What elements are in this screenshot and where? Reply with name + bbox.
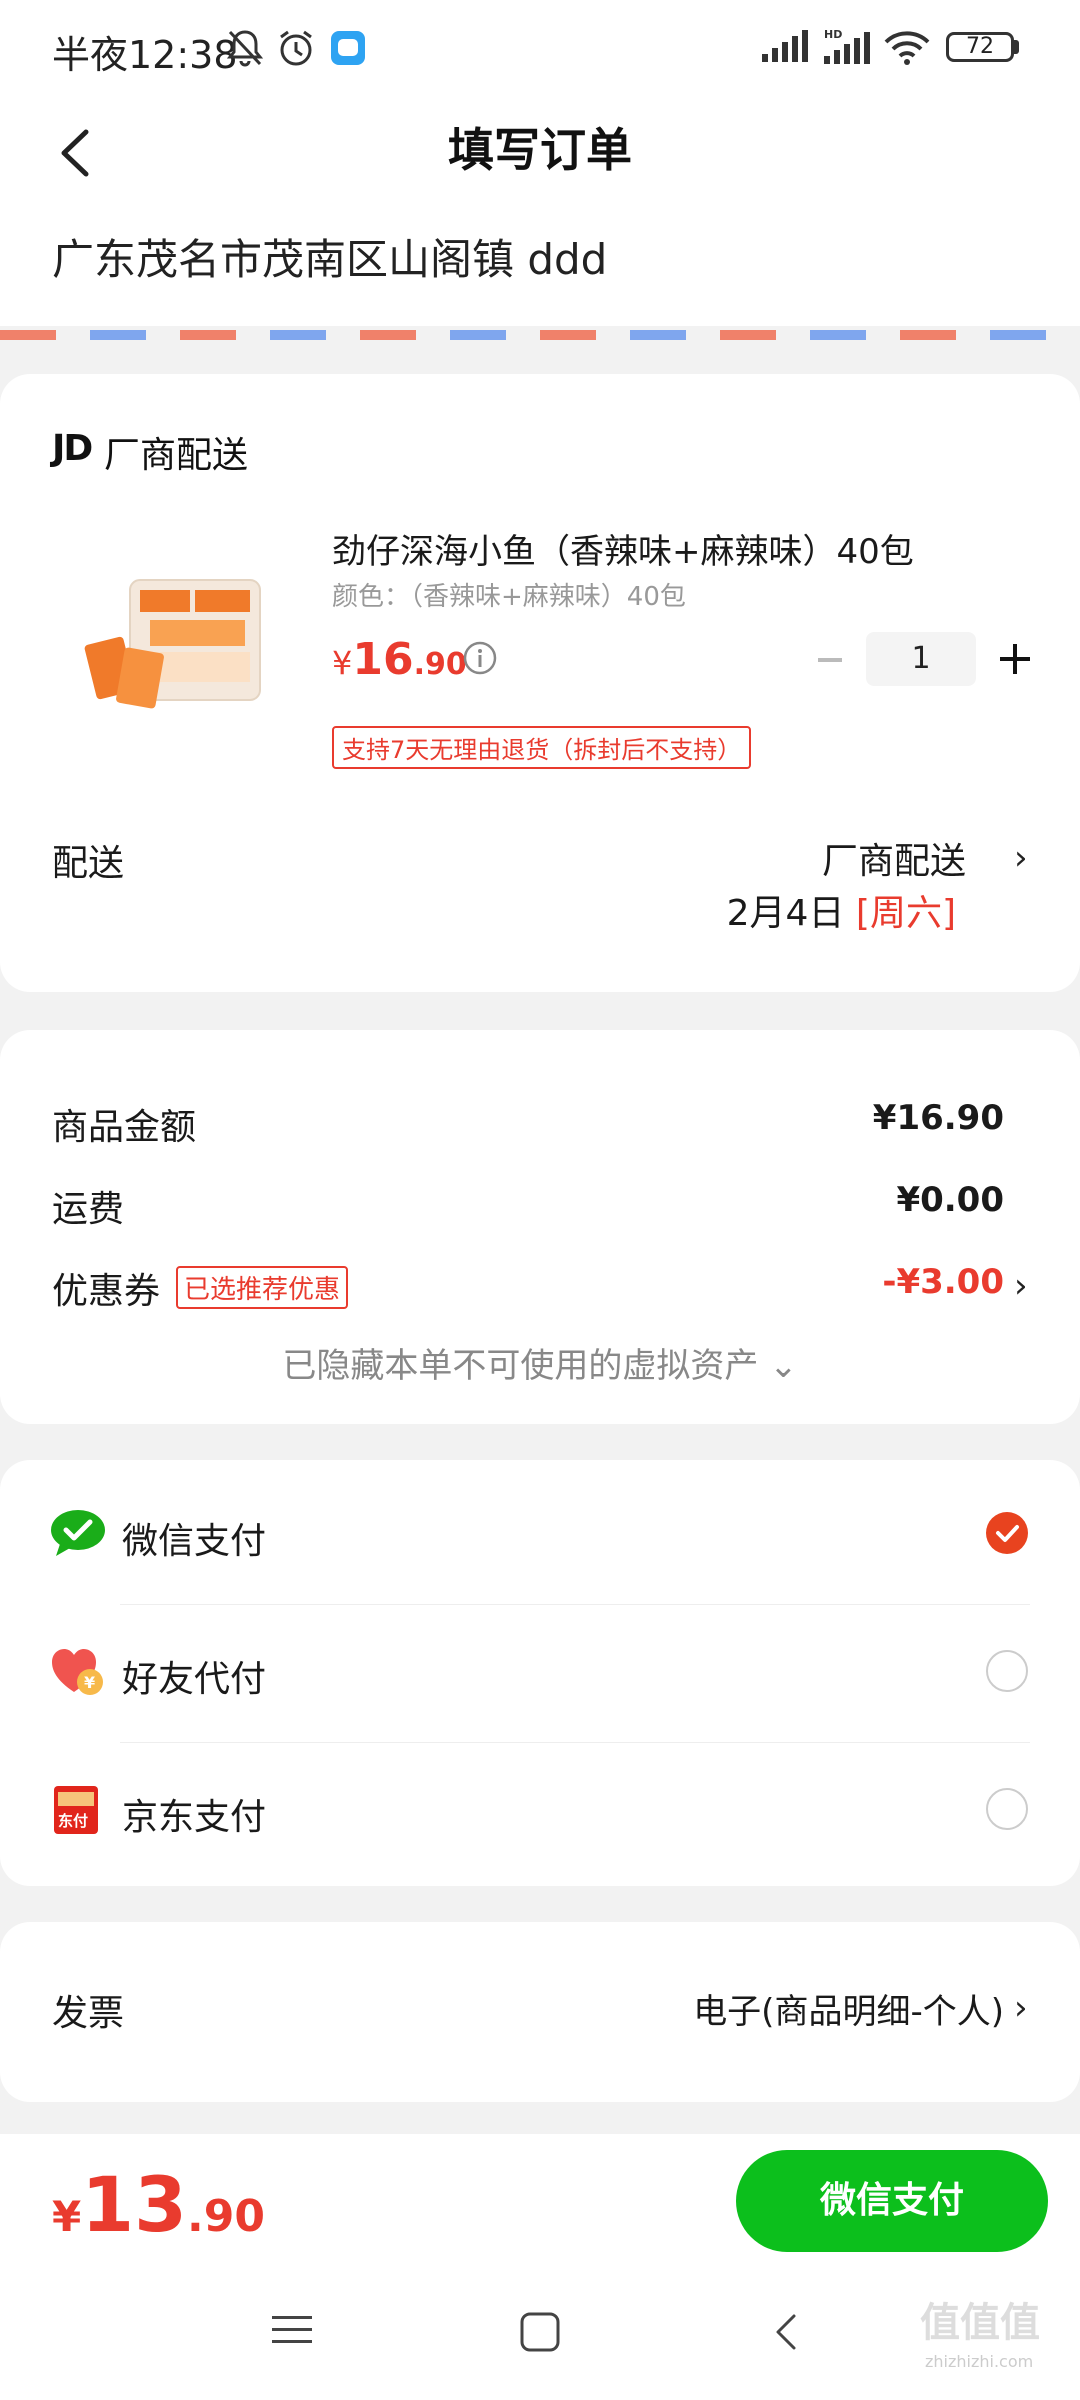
return-policy-badge: 支持7天无理由退货（拆封后不支持）	[332, 726, 752, 769]
payment-label-friend: 好友代付	[122, 1659, 267, 1700]
price-integer: 16	[352, 634, 414, 685]
watermark-subtitle: zhizhizhi.com	[925, 2352, 1034, 2371]
quantity-minus-button[interactable]	[810, 640, 850, 680]
envelope-stripe	[0, 330, 1080, 340]
wifi-icon	[882, 28, 932, 72]
signal-hd-icon: HD	[820, 28, 876, 72]
watermark: 值值值	[920, 2300, 1040, 2346]
shipping-method[interactable]: 厂商配送	[700, 832, 966, 884]
status-time: 半夜12:38	[52, 33, 238, 77]
hidden-assets-toggle[interactable]: 已隐藏本单不可使用的虚拟资产 ⌄	[0, 1338, 1080, 1387]
svg-text:东付: 东付	[58, 1812, 88, 1830]
total-price-decimal: .90	[187, 2191, 265, 2242]
freight-value: ¥0.00	[896, 1180, 1004, 1220]
wechat-pay-icon	[50, 1508, 106, 1562]
payment-label-jdpay: 京东支付	[122, 1797, 267, 1838]
product-name[interactable]: 劲仔深海小鱼（香辣味+麻辣味）40包	[332, 524, 914, 573]
chevron-right-icon[interactable]: ›	[1014, 1266, 1028, 1306]
app-notification-icon	[330, 30, 366, 70]
home-icon[interactable]	[518, 2310, 562, 2358]
svg-text:HD: HD	[824, 28, 842, 41]
product-image[interactable]	[80, 560, 270, 730]
svg-text:¥: ¥	[84, 1673, 95, 1692]
minus-icon	[818, 658, 842, 662]
plus-icon	[1000, 644, 1030, 674]
battery-tip	[1014, 40, 1019, 54]
quantity-input[interactable]: 1	[866, 632, 976, 686]
vendor-label: 厂商配送	[104, 435, 249, 476]
chevron-right-icon[interactable]: ›	[1014, 838, 1028, 878]
shipping-label: 配送	[52, 843, 125, 884]
quantity-plus-button[interactable]	[992, 636, 1038, 682]
menu-icon[interactable]	[270, 2310, 314, 2354]
goods-amount-label: 商品金额	[52, 1107, 197, 1148]
invoice-value[interactable]: 电子(商品明细-个人)	[600, 1984, 1004, 2033]
goods-amount-value: ¥16.90	[872, 1098, 1004, 1138]
radio-selected[interactable]	[986, 1512, 1028, 1554]
alarm-icon	[276, 28, 316, 72]
payment-label-wechat: 微信支付	[122, 1521, 267, 1562]
battery-indicator: 72	[946, 32, 1014, 62]
bell-muted-icon	[226, 28, 264, 72]
jd-logo: JD	[52, 428, 93, 469]
friend-pay-icon: ¥	[50, 1646, 106, 1702]
total-price: ¥13.90	[52, 2160, 265, 2249]
pay-button[interactable]: 微信支付	[736, 2150, 1048, 2252]
delivery-weekday: [周六]	[855, 893, 956, 934]
product-variant: 颜色：（香辣味+麻辣味）40包	[332, 582, 686, 612]
signal-icon	[760, 28, 810, 68]
coupon-badge: 已选推荐优惠	[176, 1266, 349, 1309]
jd-pay-icon: 东付	[52, 1784, 100, 1840]
chevron-right-icon[interactable]: ›	[1014, 1988, 1028, 2028]
info-icon[interactable]	[462, 640, 498, 676]
delivery-day: 2月4日	[726, 893, 845, 934]
total-price-integer: 13	[81, 2160, 187, 2249]
check-icon	[996, 1525, 1019, 1542]
price-decimal: .90	[413, 647, 467, 682]
address-text: 广东茂名市茂南区山阁镇 ddd	[52, 235, 608, 284]
product-price: ¥16.90	[332, 634, 467, 685]
total-price-symbol: ¥	[52, 2192, 82, 2241]
price-symbol: ¥	[332, 644, 353, 682]
delivery-date: 2月4日 [周六]	[600, 884, 956, 936]
page-title: 填写订单	[448, 123, 632, 177]
coupon-value[interactable]: -¥3.00	[700, 1262, 1004, 1302]
invoice-label: 发票	[52, 1993, 125, 2034]
freight-label: 运费	[52, 1189, 125, 1230]
radio-unselected[interactable]	[986, 1650, 1028, 1692]
nav-back-icon[interactable]	[766, 2310, 810, 2358]
coupon-label: 优惠券	[52, 1271, 161, 1312]
radio-unselected[interactable]	[986, 1788, 1028, 1830]
